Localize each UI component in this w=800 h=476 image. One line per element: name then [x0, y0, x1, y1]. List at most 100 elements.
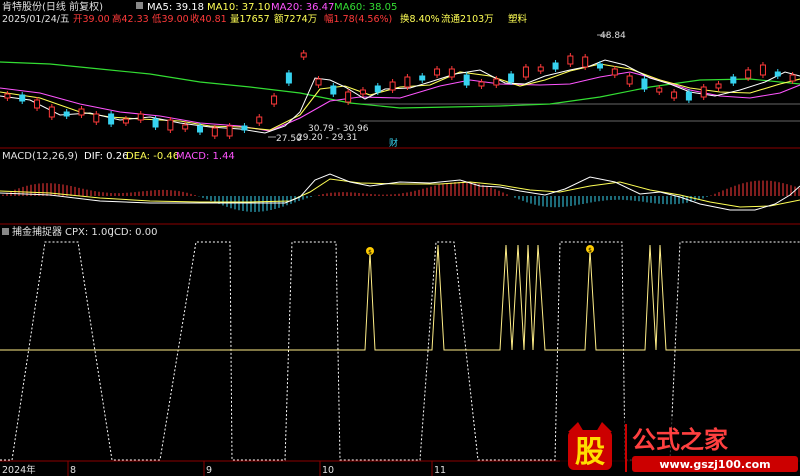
gold-coin-icon: $	[366, 247, 374, 256]
gap-range-label-2: 29.20 - 29.31	[297, 133, 358, 143]
macd-title: MACD(12,26,9)	[2, 151, 78, 162]
candle-body	[330, 85, 337, 95]
candle-body	[715, 83, 722, 89]
svg-text:$: $	[368, 249, 372, 256]
chart-title: 肯特股份(日线 前复权)	[2, 0, 103, 13]
candle-body	[182, 124, 189, 130]
moving-average-lines	[0, 59, 800, 134]
finance-report-marker[interactable]: 财	[389, 137, 398, 149]
svg-text:$: $	[588, 247, 592, 254]
time-axis-label: 10	[322, 465, 334, 476]
candle-body	[611, 68, 618, 76]
quote-turnover: 换8.40%	[400, 13, 440, 25]
quote-sector: 塑料	[508, 13, 528, 25]
candle-body	[700, 86, 707, 98]
candle-body	[730, 76, 737, 84]
candle-body	[285, 72, 292, 84]
candle-body	[78, 108, 85, 116]
candle-body	[345, 91, 352, 103]
ma20-label: MA20: 36.47	[271, 2, 334, 13]
time-axis-label: 8	[70, 465, 76, 476]
ma60-label: MA60: 38.05	[334, 2, 397, 13]
candle-body	[63, 111, 70, 117]
quote-volume: 量17657	[230, 14, 270, 25]
quote-float: 流通2103万	[441, 13, 494, 25]
quote-high: 高42.33	[112, 13, 149, 25]
candle-body	[522, 66, 529, 78]
macd-dea-line	[0, 178, 800, 208]
macd-value-label: MACD: 1.44	[176, 151, 235, 162]
candle-body	[256, 116, 263, 124]
candle-body	[241, 125, 248, 131]
candle-body	[508, 73, 515, 83]
candle-body	[4, 93, 11, 99]
indicator-jcd-line	[0, 244, 800, 351]
settings-icon[interactable]	[136, 2, 143, 9]
candle-body	[359, 89, 366, 95]
candle-body	[626, 75, 633, 85]
candle-body	[152, 118, 159, 128]
peak-price-label: 48.84	[600, 31, 626, 41]
candle-body	[597, 63, 603, 69]
candle-body	[448, 68, 455, 78]
candle-body	[774, 71, 781, 77]
candle-body	[759, 64, 766, 76]
candle-body	[271, 95, 278, 105]
candle-body	[167, 119, 174, 131]
stock-chart[interactable]: 肯特股份(日线 前复权) MA5: 39.18 MA10: 37.10 MA20…	[0, 0, 800, 476]
time-axis-label: 9	[206, 465, 212, 476]
watermark-logo-text: 股	[575, 435, 605, 470]
ma5-label: MA5: 39.18	[147, 2, 204, 13]
candle-body	[745, 69, 752, 79]
watermark-brand: 公式之家	[632, 426, 728, 454]
ma10-label: MA10: 37.10	[207, 2, 270, 13]
quote-amount: 额7274万	[274, 13, 317, 25]
candle-body	[108, 113, 115, 125]
quote-low: 低39.00	[152, 13, 189, 25]
quote-date: 2025/01/24/五	[2, 14, 69, 25]
candle-body	[374, 85, 381, 93]
candle-body	[671, 91, 678, 99]
watermark-url: www.gszj100.com	[659, 458, 770, 471]
candle-body	[789, 74, 796, 82]
candle-body	[389, 81, 396, 91]
candle-body	[19, 94, 26, 102]
macd-dif-label: DIF: 0.26	[84, 151, 128, 162]
quote-close: 收40.81	[190, 13, 227, 25]
candle-body	[122, 118, 129, 124]
quote-open: 开39.00	[73, 14, 110, 25]
candle-body	[478, 81, 485, 87]
candlestick-series	[4, 50, 796, 139]
candle-body	[567, 55, 574, 65]
candle-body	[656, 87, 663, 93]
candle-body	[537, 66, 544, 72]
time-axis-label: 2024年	[2, 464, 36, 476]
candle-body	[211, 127, 218, 137]
site-watermark: 股 公式之家 www.gszj100.com	[560, 418, 800, 476]
candle-body	[463, 74, 470, 86]
candle-body	[226, 125, 233, 137]
candle-body	[48, 106, 55, 118]
time-axis-label: 11	[434, 465, 446, 476]
indicator-settings-icon[interactable]	[2, 228, 9, 235]
indicator-name: 捕金捕捉器	[12, 225, 62, 238]
candle-body	[300, 52, 307, 58]
candle-body	[685, 91, 692, 101]
macd-histogram	[2, 180, 800, 212]
quote-change: 幅1.78(4.56%)	[324, 13, 392, 25]
candle-body	[404, 76, 411, 88]
candle-body	[137, 113, 144, 121]
indicator-cpx-label: CPX: 1.00	[65, 227, 114, 238]
macd-dif-line	[0, 173, 800, 211]
candle-body	[434, 68, 441, 76]
candle-body	[315, 78, 322, 86]
candle-body	[34, 99, 41, 109]
candle-body	[197, 125, 203, 133]
indicator-jcd-label: JCD: 0.00	[110, 227, 157, 238]
macd-dea-label: DEA: -0.46	[126, 151, 179, 162]
candle-body	[93, 113, 100, 123]
candle-body	[419, 75, 426, 81]
candle-body	[552, 62, 559, 70]
candle-body	[493, 78, 500, 86]
gold-coin-icon: $	[586, 245, 594, 254]
